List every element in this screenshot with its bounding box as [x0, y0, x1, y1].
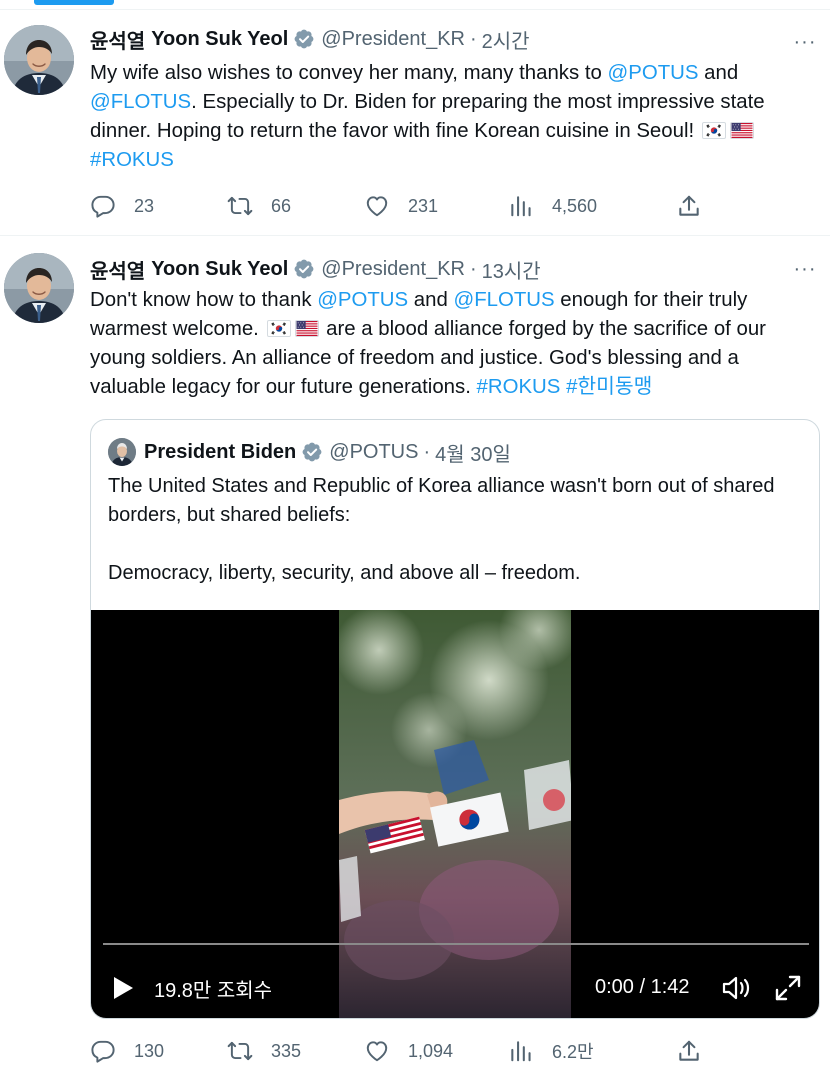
author-name-en[interactable]: Yoon Suk Yeol — [151, 28, 288, 51]
views-button[interactable]: 6.2만 — [508, 1036, 594, 1066]
tweet[interactable]: 윤석열 Yoon Suk Yeol @President_KR · 13시간 ·… — [0, 237, 830, 1090]
mention-flotus[interactable]: @FLOTUS — [90, 91, 191, 113]
timestamp[interactable]: 13시간 — [482, 255, 541, 284]
like-icon — [364, 1038, 390, 1064]
video-view-count: 19.8만 조회수 — [154, 980, 273, 1002]
video-progress-bar[interactable] — [103, 943, 809, 945]
view-count: 4,560 — [552, 195, 598, 216]
author-name-ko[interactable]: 윤석열 — [90, 25, 145, 54]
separator: · — [469, 257, 477, 280]
author-handle[interactable]: @President_KR — [321, 28, 465, 51]
separator: · — [423, 440, 431, 463]
verified-badge-icon — [293, 258, 315, 280]
retweet-count: 66 — [271, 195, 292, 216]
quoted-author-handle: @POTUS — [329, 440, 419, 463]
video-time: 0:00 / 1:42 — [595, 976, 690, 998]
retweet-button[interactable]: 335 — [227, 1036, 301, 1066]
share-icon — [676, 1038, 702, 1064]
like-count: 1,094 — [408, 1040, 454, 1061]
share-icon — [676, 193, 702, 219]
quoted-tweet[interactable]: President Biden @POTUS · 4월 30일 The Unit… — [90, 419, 820, 1019]
tweet-text: Don't know how to thank @POTUS and @FLOT… — [90, 286, 820, 402]
mention-potus[interactable]: @POTUS — [317, 289, 408, 311]
quoted-tweet-text: The United States and Republic of Korea … — [108, 472, 808, 588]
tweet-header: 윤석열 Yoon Suk Yeol @President_KR · 13시간 — [90, 254, 541, 284]
mention-potus[interactable]: @POTUS — [608, 62, 699, 84]
retweet-count: 335 — [271, 1040, 302, 1061]
verified-badge-icon — [293, 28, 315, 50]
video-player[interactable]: 19.8만 조회수 0:00 / 1:42 — [91, 610, 819, 1018]
south-korea-flag-icon — [266, 320, 291, 337]
tweet-text: My wife also wishes to convey her many, … — [90, 59, 820, 175]
timestamp[interactable]: 2시간 — [482, 25, 530, 54]
like-button[interactable]: 231 — [364, 191, 438, 221]
quoted-text-line: The United States and Republic of Korea … — [108, 475, 775, 526]
top-tab-indicator — [0, 0, 830, 10]
like-icon — [364, 193, 390, 219]
tweet-text-part: My wife also wishes to convey her many, … — [90, 62, 608, 84]
quoted-date: 4월 30일 — [435, 443, 511, 466]
tweet-text-part: and — [408, 289, 454, 311]
views-button[interactable]: 4,560 — [508, 191, 597, 221]
retweet-icon — [227, 193, 253, 219]
like-button[interactable]: 1,094 — [364, 1036, 453, 1066]
views-icon — [508, 193, 534, 219]
more-icon[interactable]: ··· — [792, 32, 818, 52]
retweet-icon — [227, 1038, 253, 1064]
fullscreen-icon[interactable] — [774, 974, 802, 1002]
reply-button[interactable]: 23 — [90, 191, 154, 221]
tweet-header: 윤석열 Yoon Suk Yeol @President_KR · 2시간 — [90, 24, 530, 54]
tweet-actions: 130 335 1,094 6.2만 — [90, 1036, 730, 1066]
reply-button[interactable]: 130 — [90, 1036, 164, 1066]
video-frame — [339, 610, 571, 1018]
usa-flag-icon — [729, 122, 754, 139]
separator: · — [469, 27, 477, 50]
like-count: 231 — [408, 195, 439, 216]
share-button[interactable] — [676, 191, 720, 221]
author-handle[interactable]: @President_KR — [321, 258, 465, 281]
quoted-text-line: Democracy, liberty, security, and above … — [108, 562, 581, 584]
quoted-author-name: President Biden — [144, 440, 297, 463]
quoted-avatar — [108, 438, 136, 466]
author-name-en[interactable]: Yoon Suk Yeol — [151, 258, 288, 281]
hashtag-rokus[interactable]: #ROKUS — [477, 376, 561, 398]
tweet-text-part: . Especially to Dr. Biden for preparing … — [90, 91, 765, 142]
retweet-button[interactable]: 66 — [227, 191, 291, 221]
reply-icon — [90, 1038, 116, 1064]
share-button[interactable] — [676, 1036, 720, 1066]
avatar[interactable] — [4, 25, 74, 95]
avatar[interactable] — [4, 253, 74, 323]
mention-flotus[interactable]: @FLOTUS — [454, 289, 555, 311]
reply-count: 130 — [134, 1040, 165, 1061]
usa-flag-icon — [294, 320, 319, 337]
view-count: 6.2만 — [552, 1042, 594, 1062]
tweet[interactable]: 윤석열 Yoon Suk Yeol @President_KR · 2시간 ··… — [0, 10, 830, 236]
reply-count: 23 — [134, 195, 155, 216]
tweet-text-part: and — [698, 62, 739, 84]
volume-icon[interactable] — [721, 974, 751, 1002]
hashtag-korea-us-alliance[interactable]: #한미동맹 — [566, 376, 652, 398]
south-korea-flag-icon — [701, 122, 726, 139]
more-icon[interactable]: ··· — [792, 259, 818, 279]
verified-badge-icon — [301, 441, 323, 463]
author-name-ko[interactable]: 윤석열 — [90, 255, 145, 284]
hashtag-rokus[interactable]: #ROKUS — [90, 149, 174, 171]
play-icon[interactable] — [111, 975, 135, 1001]
views-icon — [508, 1038, 534, 1064]
quoted-tweet-header: President Biden @POTUS · 4월 30일 — [108, 438, 511, 466]
reply-icon — [90, 193, 116, 219]
tweet-text-part: Don't know how to thank — [90, 289, 318, 311]
active-tab-underline — [34, 0, 114, 5]
tweet-actions: 23 66 231 4,560 — [90, 191, 730, 221]
